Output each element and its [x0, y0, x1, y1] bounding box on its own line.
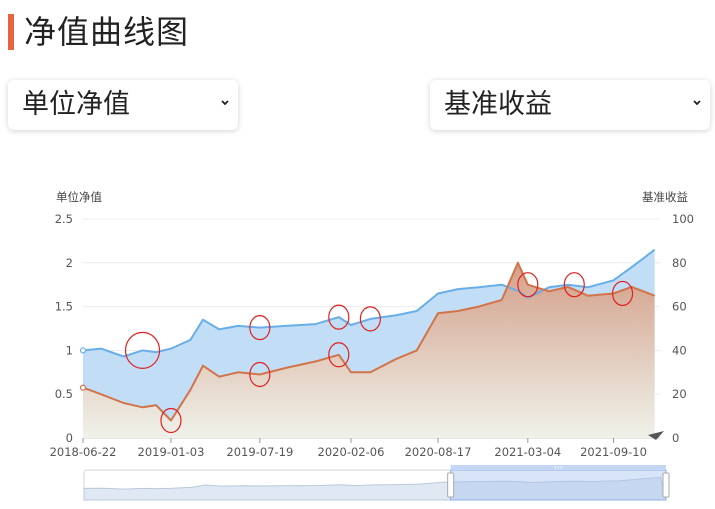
- nav-type-select[interactable]: 单位净值: [8, 80, 238, 130]
- y-left-tick-label: 2.5: [55, 212, 73, 226]
- range-slider-window[interactable]: [450, 469, 667, 501]
- x-tick-label: 2021-09-10: [580, 445, 647, 459]
- x-tick-label: 2019-01-03: [138, 445, 205, 459]
- x-tick-label: 2018-06-22: [50, 445, 117, 459]
- benchmark-type-select-value: 基准收益: [444, 89, 552, 120]
- x-tick-label: 2019-07-19: [226, 445, 293, 459]
- y-right-axis-title: 基准收益: [642, 190, 688, 204]
- y-right-tick-label: 40: [672, 343, 687, 357]
- benchmark-type-select[interactable]: 基准收益: [430, 80, 710, 130]
- nav-chart: 0 0.5 1 1.5 2 2.5 0 20 40 60 80 100 单位净值 基准收益 2018-06-…: [50, 190, 694, 501]
- x-tick-label: 2021-03-04: [494, 445, 561, 459]
- nav-type-select-value: 单位净值: [22, 89, 130, 120]
- range-slider-end-handle[interactable]: [662, 472, 670, 498]
- y-left-axis-title: 单位净值: [56, 190, 102, 204]
- y-left-tick-label: 1: [66, 343, 73, 357]
- y-right-tick-label: 0: [672, 431, 679, 445]
- y-left-tick-label: 2: [66, 256, 73, 270]
- y-right-tick-label: 60: [672, 300, 687, 314]
- series-start-marker: [79, 384, 87, 391]
- x-tick-label: 2020-02-06: [318, 445, 385, 459]
- chevron-down-icon: [221, 100, 229, 106]
- y-left-tick-label: 0.5: [55, 387, 73, 401]
- page-title: 净值曲线图: [24, 13, 190, 51]
- y-right-tick-label: 20: [672, 387, 687, 401]
- title-accent-bar: [8, 14, 14, 50]
- y-right-tick-label: 80: [672, 256, 687, 270]
- y-left-tick-label: 1.5: [55, 300, 73, 314]
- y-right-tick-label: 100: [672, 212, 694, 226]
- x-tick-label: 2020-08-17: [405, 445, 472, 459]
- range-slider-start-handle[interactable]: [447, 472, 455, 498]
- y-left-tick-label: 0: [66, 431, 73, 445]
- chevron-down-icon: [693, 100, 701, 106]
- series-start-marker: [79, 347, 87, 354]
